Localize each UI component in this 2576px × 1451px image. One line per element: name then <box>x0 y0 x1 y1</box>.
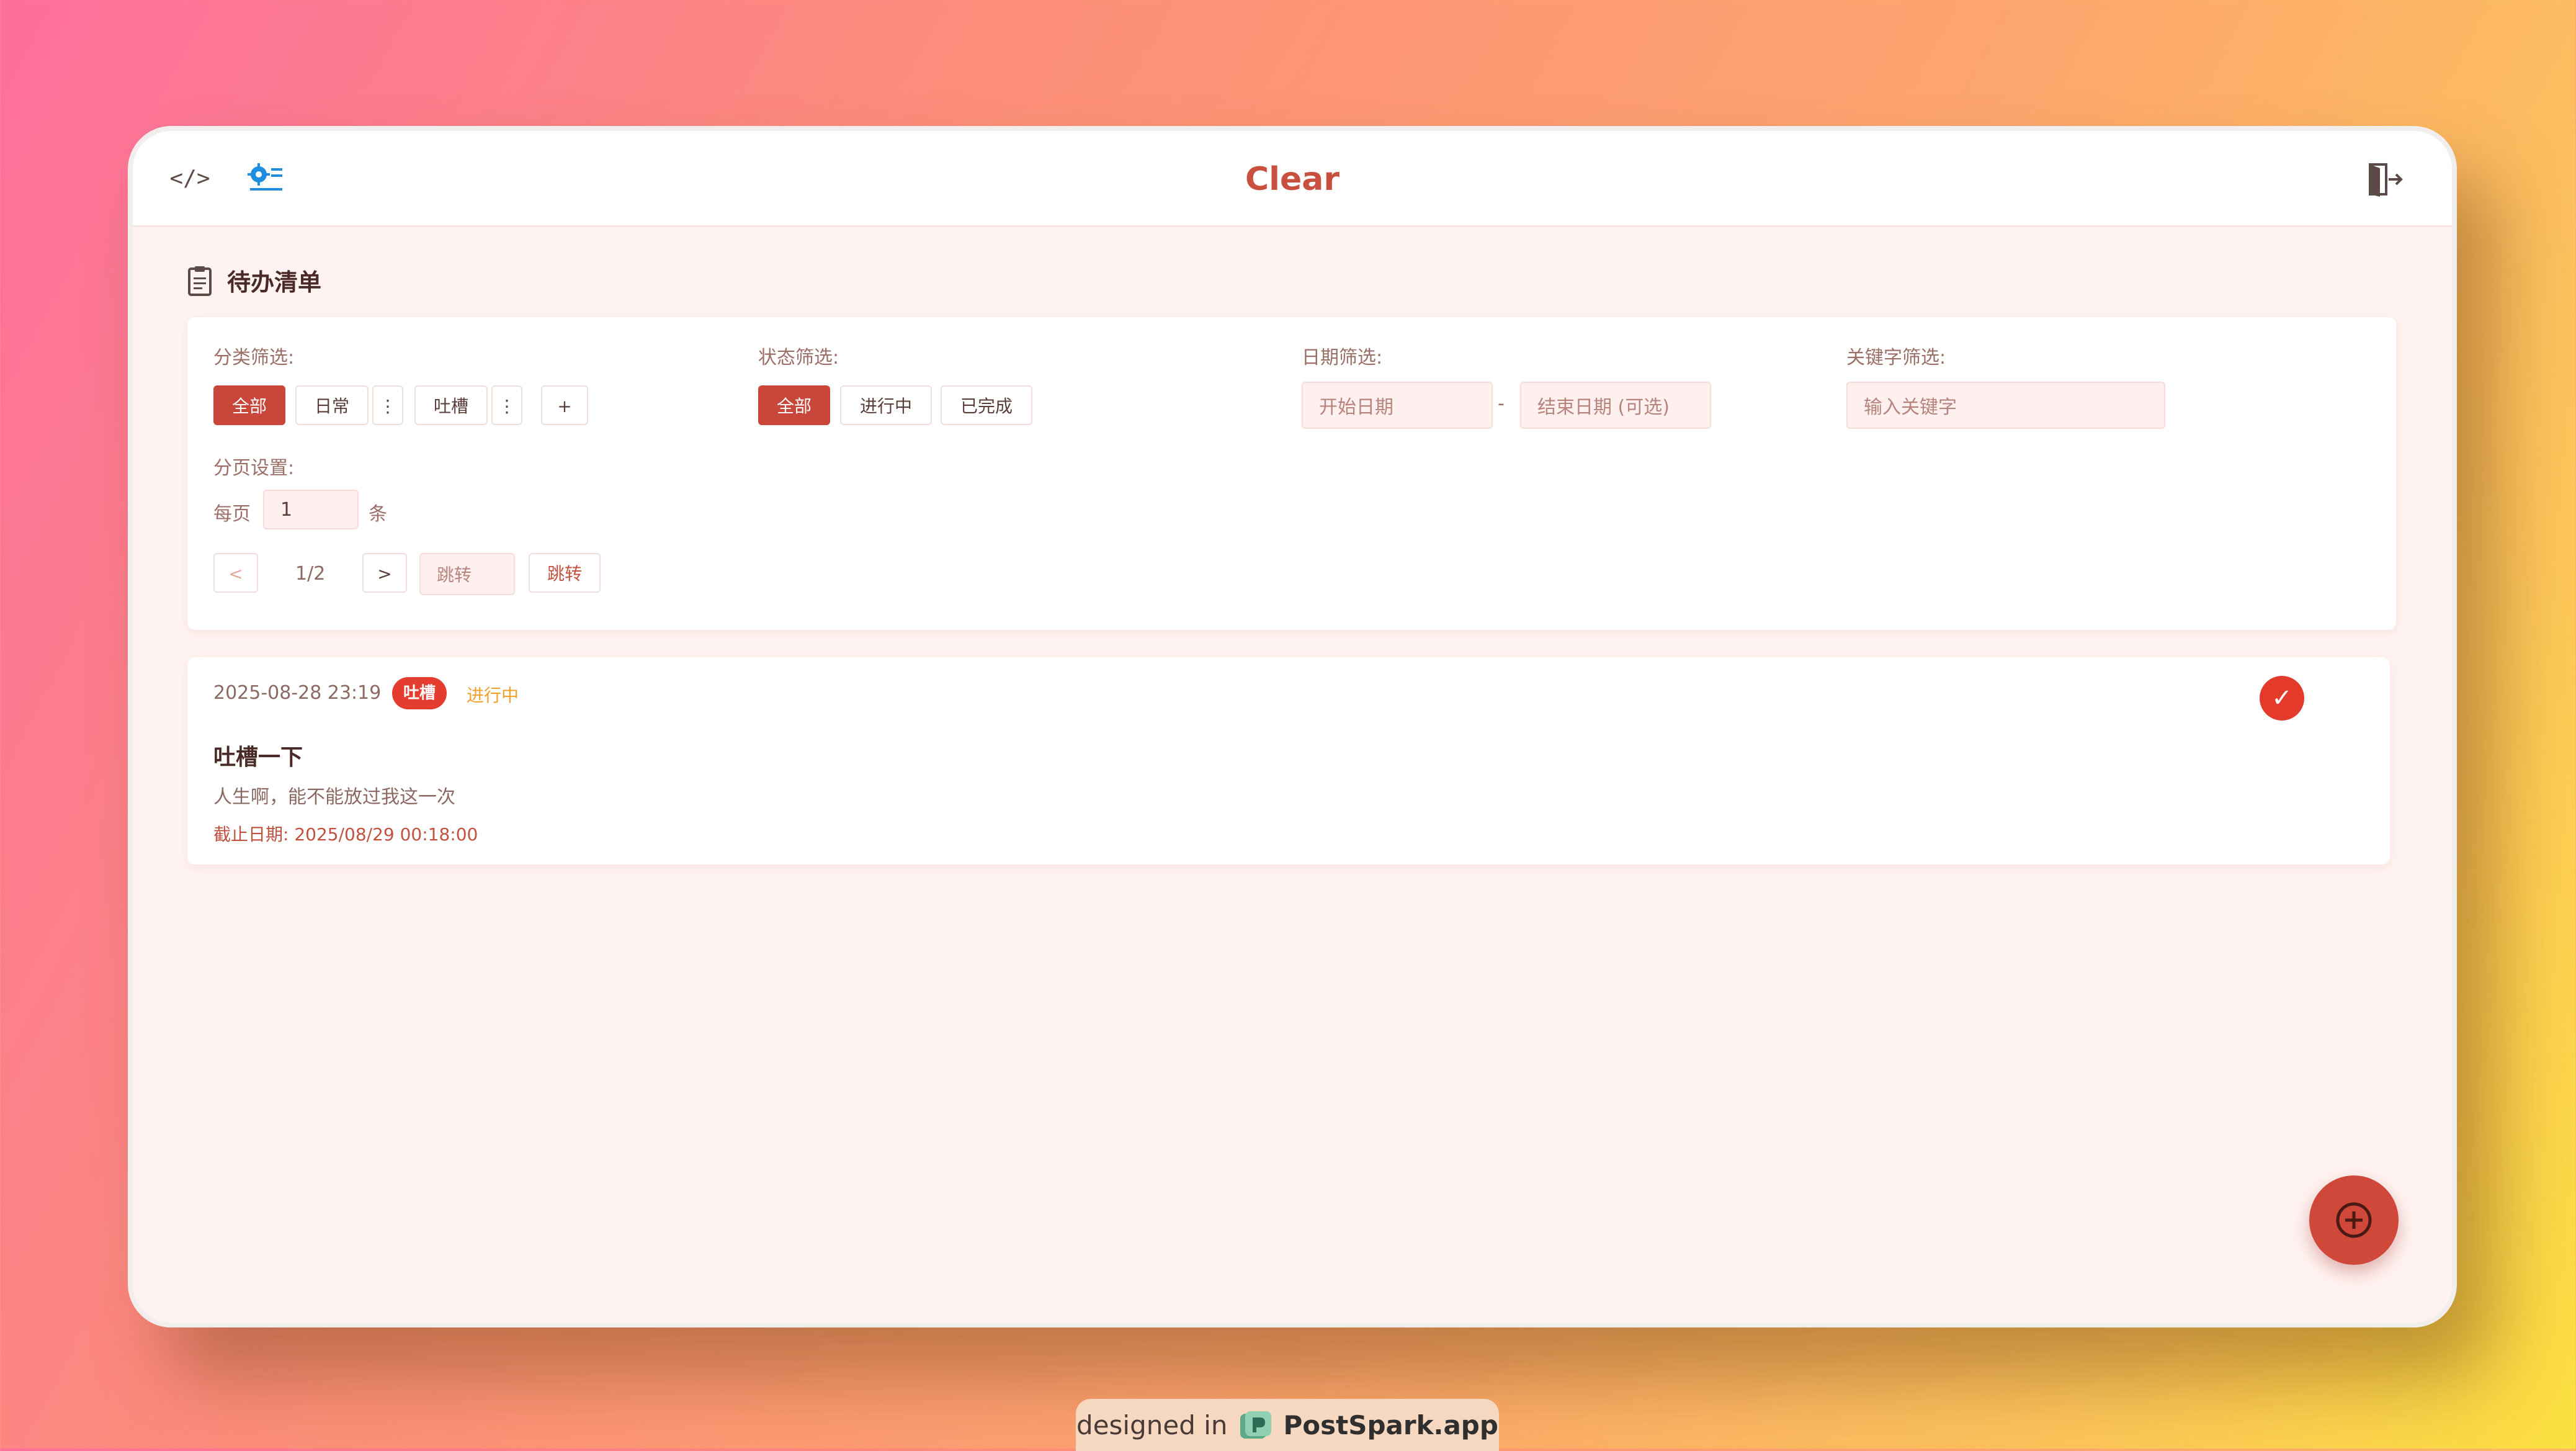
check-icon: ✓ <box>2271 684 2292 712</box>
task-status: 进行中 <box>467 685 519 706</box>
category-chip-all[interactable]: 全部 <box>213 385 285 425</box>
keyword-input[interactable]: 输入关键字 <box>1846 382 2165 429</box>
postspark-watermark[interactable]: designed in PostSpark.app <box>1076 1399 1499 1451</box>
start-date-input[interactable]: 开始日期 <box>1302 382 1493 429</box>
logout-icon[interactable] <box>2366 162 2404 197</box>
jump-page-input[interactable]: 跳转 <box>419 553 515 595</box>
task-deadline: 截止日期: 2025/08/29 00:18:00 <box>213 824 478 845</box>
category-chip-rant[interactable]: 吐槽 <box>414 385 488 425</box>
pagination-label: 分页设置: <box>213 457 295 479</box>
keyword-filter-label: 关键字筛选: <box>1846 347 1946 369</box>
task-created-date: 2025-08-28 23:19 <box>213 682 382 704</box>
task-category-tag: 吐槽 <box>392 677 447 709</box>
category-filter-label: 分类筛选: <box>213 347 295 369</box>
date-filter-label: 日期筛选: <box>1302 347 1383 369</box>
complete-task-button[interactable]: ✓ <box>2260 676 2304 721</box>
status-chip-in-progress[interactable]: 进行中 <box>840 385 932 425</box>
category-chip-daily[interactable]: 日常 <box>295 385 369 425</box>
app-window: </> Clear 待办清单 分类筛选: 全部 日常 ⋮ 吐槽 ⋮ + 状态筛选… <box>128 126 2457 1327</box>
page-title: 待办清单 <box>227 269 322 296</box>
category-daily-more-button[interactable]: ⋮ <box>372 385 403 425</box>
page-indicator: 1/2 <box>295 563 326 585</box>
clipboard-icon <box>188 266 212 296</box>
top-bar: </> Clear <box>133 131 2452 227</box>
date-separator: - <box>1498 393 1505 415</box>
per-page-input[interactable]: 1 <box>263 490 359 529</box>
add-task-button[interactable] <box>2309 1175 2399 1265</box>
postspark-logo-icon <box>1240 1411 1271 1439</box>
per-page-prefix: 每页 <box>213 503 251 525</box>
next-page-button[interactable]: > <box>362 553 407 593</box>
task-title: 吐槽一下 <box>213 745 303 770</box>
status-filter-label: 状态筛选: <box>758 347 839 369</box>
task-card[interactable]: 2025-08-28 23:19 吐槽 进行中 吐槽一下 人生啊，能不能放过我这… <box>187 657 2390 865</box>
category-rant-more-button[interactable]: ⋮ <box>491 385 522 425</box>
status-chip-completed[interactable]: 已完成 <box>941 385 1032 425</box>
status-chip-all[interactable]: 全部 <box>758 385 830 425</box>
jump-page-button[interactable]: 跳转 <box>529 553 601 593</box>
page-header: 待办清单 <box>187 263 321 297</box>
watermark-prefix: designed in <box>1076 1409 1228 1440</box>
watermark-brand: PostSpark.app <box>1283 1409 1498 1440</box>
add-category-button[interactable]: + <box>541 385 588 425</box>
end-date-input[interactable]: 结束日期 (可选) <box>1520 382 1711 429</box>
prev-page-button[interactable]: < <box>213 553 258 593</box>
filter-panel: 分类筛选: 全部 日常 ⋮ 吐槽 ⋮ + 状态筛选: 全部 进行中 已完成 日期… <box>187 317 2396 630</box>
per-page-suffix: 条 <box>369 503 387 525</box>
add-circle-icon <box>2336 1202 2372 1238</box>
app-title: Clear <box>1245 161 1339 198</box>
task-description: 人生啊，能不能放过我这一次 <box>213 786 455 808</box>
